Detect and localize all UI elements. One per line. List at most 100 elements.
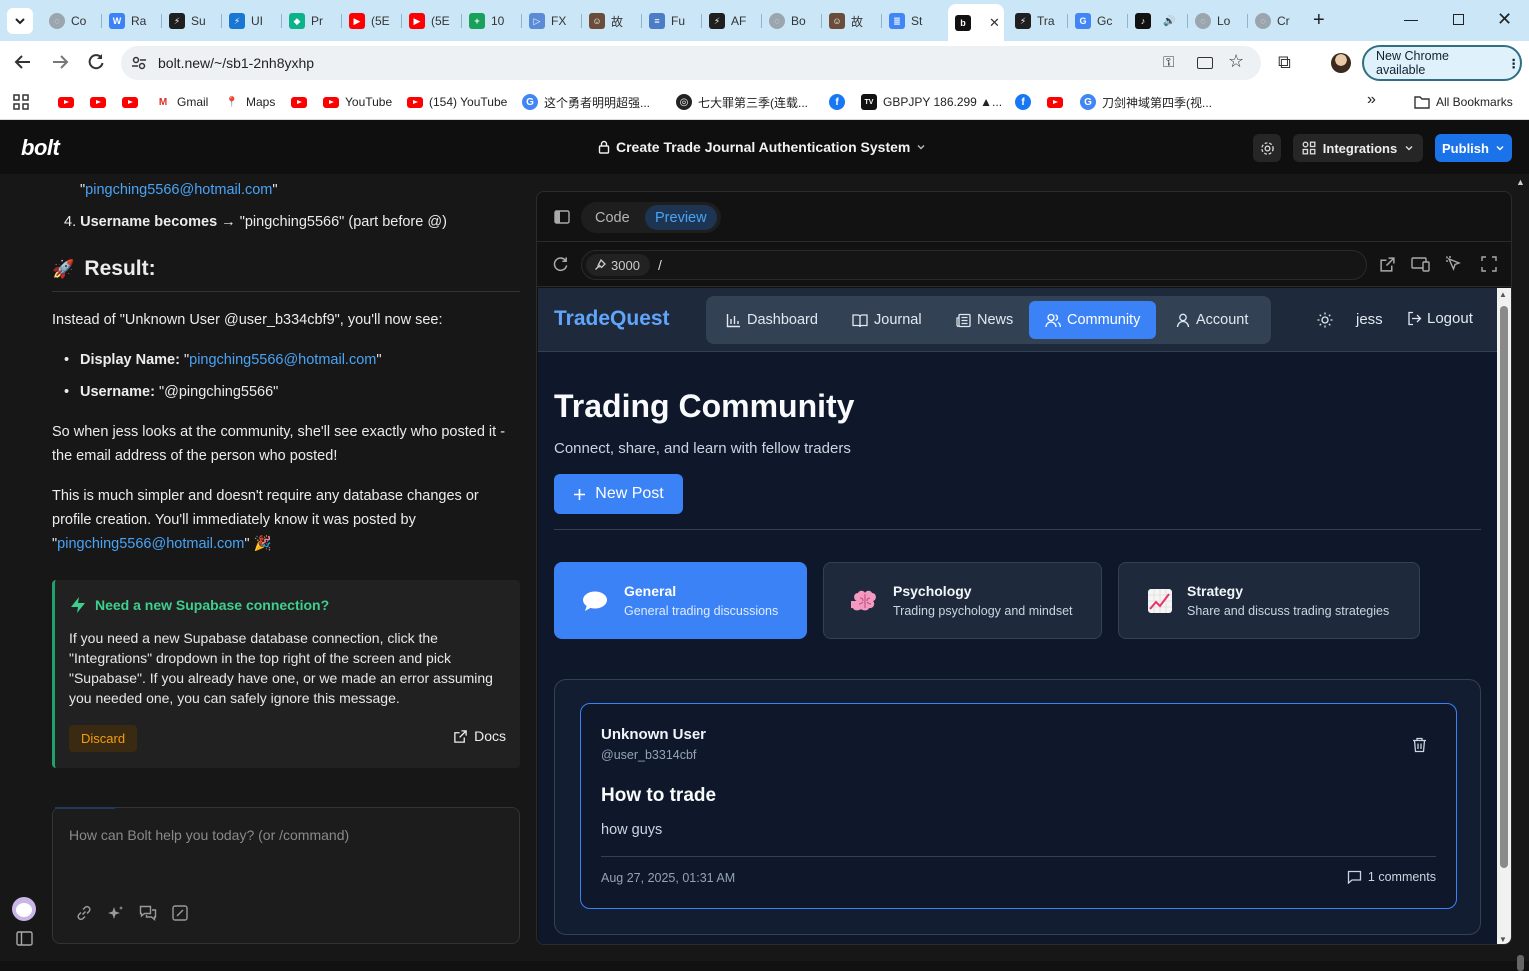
browser-tab[interactable]: ▶ (5E [402, 8, 460, 34]
browser-tab[interactable]: ☺ 故 [582, 8, 640, 34]
fullscreen-icon[interactable] [1481, 256, 1497, 272]
minimize-button[interactable] [1404, 20, 1418, 21]
bookmark-item[interactable] [1047, 93, 1063, 111]
nav-account[interactable]: Account [1164, 301, 1260, 339]
chat-composer[interactable]: How can Bolt help you today? (or /comman… [52, 807, 520, 944]
category-card-general[interactable]: General General trading discussions [554, 562, 807, 639]
close-tab-icon[interactable]: ✕ [989, 15, 1000, 31]
category-card-psychology[interactable]: Psychology Trading psychology and mindse… [823, 562, 1102, 639]
publish-button[interactable]: Publish [1435, 134, 1512, 162]
speaker-icon[interactable]: 🔊 [1163, 16, 1175, 27]
bookmark-item[interactable]: YouTube [323, 93, 392, 111]
user-avatar[interactable] [12, 897, 36, 921]
bookmark-item[interactable] [122, 93, 138, 111]
browser-tab[interactable]: ▷ FX [522, 8, 580, 34]
bookmark-item[interactable] [58, 93, 74, 111]
kebab-menu-icon[interactable]: ⋮ [1508, 56, 1521, 71]
chat-input[interactable]: How can Bolt help you today? (or /comman… [69, 827, 349, 843]
link-icon[interactable] [75, 904, 93, 922]
chrome-update-button[interactable]: New Chrome available ⋮ [1362, 45, 1522, 81]
maximize-button[interactable] [1453, 14, 1464, 25]
trash-icon[interactable] [1412, 737, 1427, 753]
browser-tab[interactable]: ⚡ Su [162, 8, 220, 34]
bookmark-item[interactable]: (154) YouTube [407, 93, 507, 111]
close-window-button[interactable]: ✕ [1497, 9, 1512, 30]
category-card-strategy[interactable]: Strategy Share and discuss trading strat… [1118, 562, 1420, 639]
browser-tab[interactable]: ⚡ AF [702, 8, 760, 34]
browser-tab[interactable]: ◌ Lo [1188, 8, 1246, 34]
all-bookmarks-button[interactable]: All Bookmarks [1414, 93, 1513, 111]
project-title[interactable]: Create Trade Journal Authentication Syst… [598, 139, 926, 155]
settings-button[interactable] [1253, 134, 1281, 162]
inspector-icon[interactable] [1445, 255, 1463, 273]
preview-scrollbar[interactable]: ▲ ▼ [1497, 288, 1511, 944]
bookmark-item[interactable]: G 刀剑神域第四季(视... [1080, 93, 1212, 111]
nav-journal[interactable]: Journal [840, 301, 934, 339]
bookmark-item[interactable]: ◎ 七大罪第三季(连载... [676, 93, 808, 111]
bolt-logo[interactable]: bolt [21, 135, 60, 161]
url-text[interactable]: bolt.new/~/sb1-2nh8yxhp [158, 55, 314, 71]
logout-button[interactable]: Logout [1407, 310, 1473, 327]
bookmark-item[interactable] [90, 93, 106, 111]
browser-tab[interactable]: ⚡ UI [222, 8, 280, 34]
browser-tab[interactable]: b ✕ [948, 4, 1004, 41]
open-external-icon[interactable] [1379, 256, 1396, 273]
new-post-button[interactable]: New Post [554, 474, 683, 514]
card-icon[interactable] [1197, 57, 1213, 69]
forward-button[interactable] [51, 53, 69, 71]
bookmark-item[interactable]: G 这个勇者明明超强... [522, 93, 650, 111]
bookmark-item[interactable]: f [1015, 93, 1031, 111]
comments-button[interactable]: 1 comments [1347, 870, 1436, 884]
extensions-puzzle-icon[interactable]: ⧉ [1278, 52, 1291, 73]
edit-square-icon[interactable] [171, 904, 189, 922]
bookmark-item[interactable]: 📍 Maps [224, 93, 275, 111]
browser-tab[interactable]: G Gc [1068, 8, 1126, 34]
bookmark-item[interactable] [291, 93, 307, 111]
tab-code[interactable]: Code [585, 205, 640, 230]
apps-grid-icon[interactable] [13, 94, 29, 110]
sparkles-icon[interactable] [107, 904, 125, 922]
back-button[interactable] [14, 53, 32, 71]
site-brand[interactable]: TradeQuest [554, 307, 670, 331]
browser-tab[interactable]: ▶ (5E [342, 8, 400, 34]
site-info-icon[interactable] [131, 55, 147, 71]
page-scrollbar[interactable]: ▲ [1512, 175, 1529, 971]
post-card[interactable]: Unknown User @user_b3314cbf How to trade… [580, 703, 1457, 909]
preview-path[interactable]: / [658, 257, 662, 273]
browser-tab[interactable]: W Ra [102, 8, 160, 34]
bookmark-item[interactable]: M Gmail [155, 93, 208, 111]
browser-tab[interactable]: ♪ 🔊 [1128, 8, 1186, 34]
new-tab-button[interactable]: + [1313, 10, 1325, 30]
bookmark-item[interactable]: f [829, 93, 845, 111]
browser-tab[interactable]: ◌ Bo [762, 8, 820, 34]
nav-dashboard[interactable]: Dashboard [714, 301, 830, 339]
nav-news[interactable]: News [944, 301, 1025, 339]
browser-tab[interactable]: +10 [462, 8, 520, 34]
nav-community[interactable]: Community [1029, 301, 1157, 339]
integrations-button[interactable]: Integrations [1293, 134, 1423, 162]
tab-preview[interactable]: Preview [645, 205, 717, 230]
email-link[interactable]: pingching5566@hotmail.com [57, 536, 244, 552]
browser-tab[interactable]: ◌ Co [42, 8, 100, 34]
browser-tab[interactable]: ◌ Cr [1248, 8, 1306, 34]
more-bookmarks-button[interactable]: » [1367, 91, 1376, 109]
email-link[interactable]: pingching5566@hotmail.com [189, 352, 376, 368]
port-selector[interactable]: 3000 [586, 254, 650, 276]
email-link[interactable]: pingching5566@hotmail.com [85, 182, 272, 198]
chat-bubbles-icon[interactable] [139, 904, 157, 922]
scrollbar-thumb[interactable] [1500, 306, 1508, 868]
theme-toggle-sun-icon[interactable] [1317, 312, 1333, 328]
reload-icon[interactable] [552, 256, 569, 273]
scrollbar-thumb[interactable] [1517, 955, 1524, 971]
browser-tab[interactable]: ≣ St [882, 8, 942, 34]
browser-tab[interactable]: ◆ Pr [282, 8, 340, 34]
profile-avatar[interactable] [1331, 53, 1351, 73]
address-bar[interactable]: bolt.new/~/sb1-2nh8yxhp ⚿ ☆ [121, 46, 1261, 80]
panel-toggle-icon[interactable] [554, 210, 570, 224]
discard-button[interactable]: Discard [69, 725, 138, 752]
sidebar-toggle-icon[interactable] [16, 931, 33, 946]
device-preview-icon[interactable] [1411, 256, 1431, 273]
bookmark-star-icon[interactable]: ☆ [1228, 51, 1244, 72]
browser-tab[interactable]: ☺ 故 [822, 8, 880, 34]
preview-address[interactable]: 3000 / [581, 250, 1367, 280]
